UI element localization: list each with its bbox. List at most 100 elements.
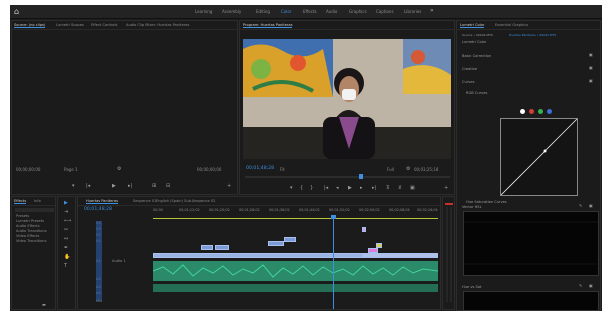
new-bin-icon[interactable]: ▬ <box>42 302 46 307</box>
channel-white[interactable] <box>520 109 525 114</box>
checkbox-icon[interactable]: ▣ <box>589 52 593 57</box>
mark-in-icon[interactable]: { <box>300 185 303 191</box>
add-marker-icon[interactable]: ▾ <box>72 183 75 189</box>
play-icon[interactable]: ▶ <box>348 185 352 191</box>
reset-icon[interactable]: ▣ <box>589 283 593 288</box>
razor-tool-icon[interactable]: ✂ <box>64 227 68 233</box>
audio-clip-a2[interactable] <box>153 284 438 292</box>
section-hue-sat-curves[interactable]: Hue Saturation Curves <box>466 200 507 204</box>
workspace-captions[interactable]: Captions <box>376 9 394 14</box>
program-scrubber[interactable] <box>245 176 450 178</box>
workspace-libraries[interactable]: Libraries <box>404 9 421 14</box>
tab-english-subs[interactable]: English (Spain) Sub... <box>156 199 194 203</box>
play-icon[interactable]: ▶ <box>112 183 116 189</box>
type-tool-icon[interactable]: T <box>64 263 67 269</box>
workspace-effects[interactable]: Effects <box>303 9 317 14</box>
hue-vs-hue-graph[interactable] <box>463 291 599 311</box>
timeline-timecode[interactable]: 00;01;48;28 <box>84 207 112 212</box>
more-workspaces-icon[interactable]: » <box>430 7 434 14</box>
effects-search[interactable] <box>15 208 54 212</box>
section-rgb-curves[interactable]: RGB Curves <box>466 91 487 95</box>
list-item-video-effects[interactable]: Video Effects <box>16 234 39 238</box>
workspace-color[interactable]: Color <box>281 9 291 14</box>
lumetri-effect-header[interactable]: Lumetri Color <box>462 40 486 44</box>
tab-sequence-01[interactable]: Sequence 01 <box>133 199 156 203</box>
channel-blue[interactable] <box>547 109 552 114</box>
rgb-curve-graph[interactable] <box>500 118 578 196</box>
channel-red[interactable] <box>529 109 534 114</box>
extract-icon[interactable]: ⊻ <box>398 185 402 191</box>
video-clip[interactable] <box>201 245 213 250</box>
go-to-out-icon[interactable]: ▸| <box>372 185 376 191</box>
section-curves[interactable]: Curves <box>462 80 474 84</box>
checkbox-icon[interactable]: ▣ <box>589 78 593 83</box>
list-item-lumetri-presets[interactable]: Lumetri Presets <box>16 219 44 223</box>
workspace-assembly[interactable]: Assembly <box>222 9 241 14</box>
overwrite-icon[interactable]: ⊟ <box>166 183 170 189</box>
tab-info[interactable]: Info <box>34 199 41 203</box>
tab-sequence-02[interactable]: Sequence 02 <box>192 199 215 203</box>
tab-sequence-huertas[interactable]: Huertas Paniteras <box>86 199 118 204</box>
playhead-line[interactable] <box>333 217 334 309</box>
step-back-icon[interactable]: |◂ <box>86 183 90 189</box>
video-clip-main[interactable] <box>363 253 438 258</box>
go-to-in-icon[interactable]: |◂ <box>324 185 328 191</box>
video-clip[interactable] <box>362 227 366 232</box>
workspace-graphics[interactable]: Graphics <box>349 9 367 14</box>
fit-dropdown[interactable]: Fit <box>280 167 285 172</box>
workspace-learning[interactable]: Learning <box>195 9 212 14</box>
audio-clip-a1[interactable] <box>152 261 439 281</box>
tab-essential-graphics[interactable]: Essential Graphics <box>495 23 528 27</box>
wrench-icon[interactable]: ⚙ <box>406 166 410 172</box>
add-button-icon[interactable]: + <box>444 185 448 191</box>
step-forward-icon[interactable]: ▸ <box>360 185 363 191</box>
list-item-audio-effects[interactable]: Audio Effects <box>16 224 40 228</box>
tab-source[interactable]: Source: (no clips) <box>14 23 46 28</box>
source-clip-line[interactable]: Source • 00042.MTS <box>462 33 493 37</box>
mark-out-icon[interactable]: } <box>310 185 313 191</box>
eyedropper-icon[interactable]: ✎ <box>579 203 582 208</box>
list-item-audio-transitions[interactable]: Audio Transitions <box>16 229 47 233</box>
workspace-audio[interactable]: Audio <box>326 9 337 14</box>
track-select-tool-icon[interactable]: ⇥ <box>64 209 68 215</box>
pen-tool-icon[interactable]: ✒ <box>64 245 68 251</box>
eyedropper-icon[interactable]: ✎ <box>579 283 582 288</box>
tab-effects[interactable]: Effects <box>14 199 27 204</box>
target-clip-line[interactable]: Huertas Paniteras • 00042.MTS <box>509 33 556 37</box>
workspace-editing[interactable]: Editing <box>256 9 270 14</box>
source-page[interactable]: Page 1 <box>64 167 78 172</box>
track-target-v[interactable] <box>96 221 102 301</box>
section-basic-correction[interactable]: Basic Correction <box>462 54 491 58</box>
export-frame-icon[interactable]: ▣ <box>410 185 415 191</box>
tab-effect-controls[interactable]: Effect Controls <box>91 23 117 27</box>
tab-lumetri-color[interactable]: Lumetri Color <box>460 23 485 28</box>
checkbox-icon[interactable]: ▣ <box>589 65 593 70</box>
step-forward-icon[interactable]: ▸| <box>128 183 132 189</box>
add-button-icon[interactable]: + <box>227 183 231 189</box>
list-item-presets[interactable]: Presets <box>16 214 29 218</box>
video-clip[interactable] <box>215 245 229 250</box>
step-back-icon[interactable]: ◂ <box>336 185 339 191</box>
home-icon[interactable]: ⌂ <box>14 7 24 17</box>
slip-tool-icon[interactable]: ↔ <box>64 236 68 242</box>
video-clip-main[interactable] <box>153 253 363 258</box>
lift-icon[interactable]: ⊼ <box>386 185 390 191</box>
tab-audio-clip-mixer[interactable]: Audio Clip Mixer: Huertas Paniteras <box>126 23 189 27</box>
playhead-marker[interactable] <box>359 174 363 179</box>
video-clip[interactable] <box>284 237 296 242</box>
ripple-edit-tool-icon[interactable]: ⟷ <box>64 218 71 224</box>
hand-tool-icon[interactable]: ✋ <box>64 254 70 260</box>
tab-program[interactable]: Program: Huertas Paniteras <box>243 23 293 28</box>
list-item-video-transitions[interactable]: Video Transitions <box>16 239 46 243</box>
insert-icon[interactable]: ⊞ <box>152 183 156 189</box>
work-area-bar[interactable] <box>153 218 438 219</box>
section-creative[interactable]: Creative <box>462 67 477 71</box>
video-clip[interactable] <box>268 241 284 246</box>
tab-lumetri-scopes[interactable]: Lumetri Scopes <box>56 23 84 27</box>
add-marker-icon[interactable]: ▾ <box>290 185 293 191</box>
hue-vs-sat-graph[interactable] <box>463 211 599 276</box>
playhead-head[interactable] <box>331 215 336 219</box>
wrench-icon[interactable]: ⚙ <box>117 166 121 172</box>
resolution-dropdown[interactable]: Full <box>387 167 394 172</box>
channel-green[interactable] <box>538 109 543 114</box>
